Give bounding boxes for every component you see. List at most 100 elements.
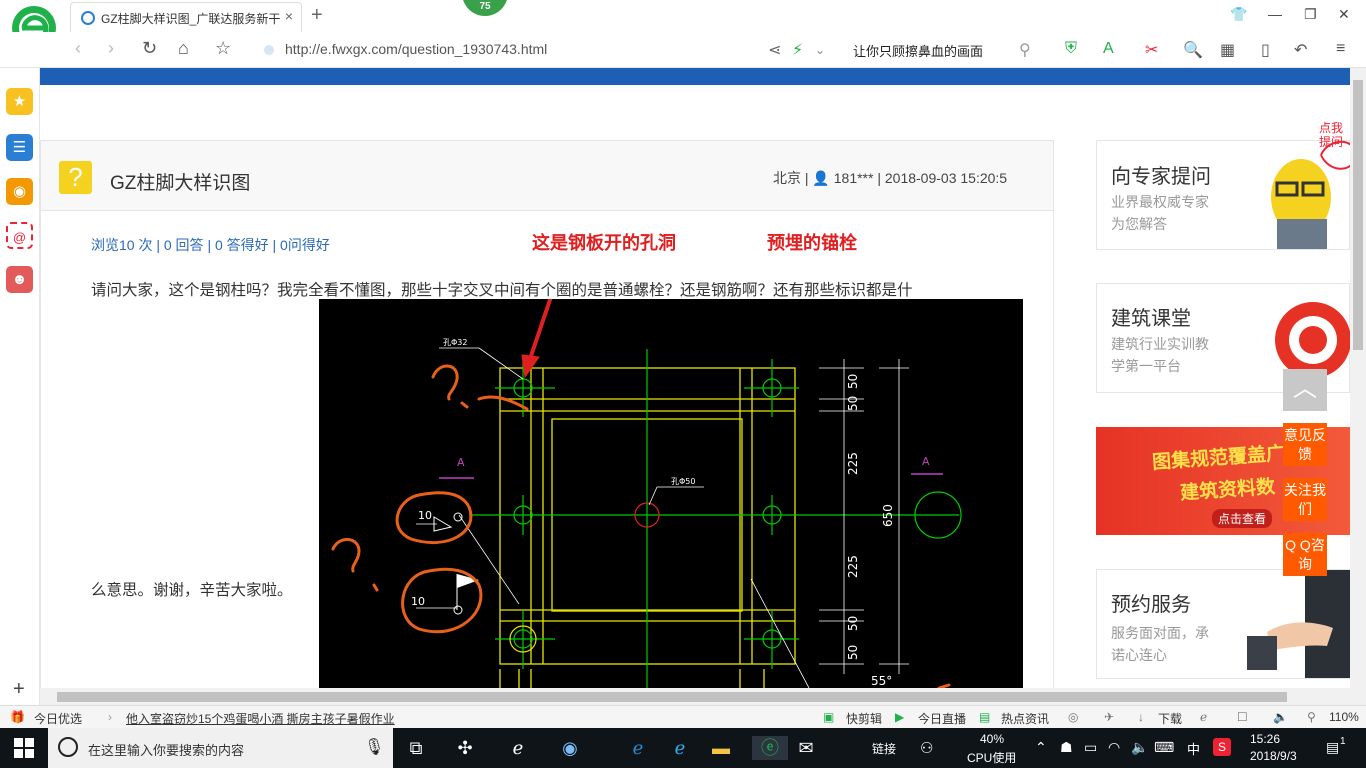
- weibo-icon[interactable]: ◉: [6, 178, 33, 205]
- menu-icon[interactable]: ≡: [1336, 40, 1345, 58]
- close-tab-icon[interactable]: ×: [285, 8, 293, 24]
- battery-icon[interactable]: ▭: [1084, 739, 1097, 756]
- cpu-percent: 40%: [980, 732, 1005, 746]
- qq-consult-button[interactable]: Q Q咨询: [1283, 533, 1327, 576]
- cad-section-a-right: A: [922, 455, 930, 468]
- cad-label-hole-center: 孔Φ50: [671, 477, 695, 486]
- translate-icon[interactable]: A: [1103, 40, 1114, 58]
- people-icon[interactable]: ⚇: [920, 739, 933, 757]
- reading-list-icon[interactable]: ☰: [6, 134, 33, 161]
- microphone-icon[interactable]: 🎙: [364, 737, 384, 757]
- appointment-card[interactable]: 预约服务 服务面对面，承 诺心连心: [1096, 569, 1351, 679]
- zoom-icon[interactable]: ⚲: [1307, 710, 1316, 724]
- volume-icon[interactable]: 🔈: [1131, 739, 1148, 756]
- windows-start-icon[interactable]: [14, 738, 34, 758]
- kuaijianji-link[interactable]: 快剪辑: [846, 710, 882, 727]
- feedback-button[interactable]: 意见反馈: [1283, 423, 1327, 466]
- back-icon[interactable]: ‹: [75, 38, 81, 59]
- notification-center-icon[interactable]: ▤: [1326, 739, 1339, 756]
- annotation-hole: 这是钢板开的孔洞: [532, 233, 676, 254]
- share-icon[interactable]: ⋖: [768, 40, 781, 60]
- refresh-icon[interactable]: ↻: [142, 38, 157, 59]
- game-icon[interactable]: ☻: [6, 266, 33, 293]
- keyboard-icon[interactable]: ⌨: [1154, 739, 1174, 756]
- minimize-button[interactable]: —: [1268, 6, 1282, 22]
- add-sidebar-icon[interactable]: +: [13, 678, 25, 701]
- chevron-down-icon[interactable]: ⌄: [815, 43, 825, 57]
- forward-icon[interactable]: ›: [108, 38, 114, 59]
- mute-icon[interactable]: 🔈: [1273, 710, 1288, 724]
- undo-icon[interactable]: ↶: [1294, 40, 1307, 60]
- task-view-icon[interactable]: ⧉: [404, 736, 428, 760]
- site-info-icon[interactable]: [264, 45, 274, 55]
- question-stats[interactable]: 浏览10 次 | 0 回答 | 0 答得好 | 0问得好: [91, 235, 330, 255]
- magnifier-icon[interactable]: 🔍: [1183, 40, 1203, 60]
- cad-drawing-image[interactable]: A A 孔Φ32 孔Φ50 10 10 50 50 225 225 50 50 …: [319, 299, 1023, 688]
- news-ticker-link[interactable]: 他入室盗窃炒15个鸡蛋喝小酒 撕房主孩子暑假作业: [126, 710, 395, 727]
- question-body-line2: 么意思。谢谢，辛苦大家啦。: [91, 582, 293, 599]
- view-link[interactable]: 点击查看: [1212, 509, 1273, 528]
- ie-icon[interactable]: ℯ: [668, 736, 692, 760]
- browser-sidebar: ★ ☰ ◉ @ ☻ +: [0, 68, 40, 706]
- pin-icon[interactable]: ✈: [1104, 710, 1114, 724]
- ime-indicator[interactable]: 中: [1187, 739, 1200, 758]
- browser-taskbar-icon[interactable]: ⓔ: [752, 736, 788, 760]
- handshake-image: [1247, 570, 1351, 678]
- username: 181***: [833, 170, 874, 186]
- search-icon[interactable]: ⚲: [1019, 40, 1031, 60]
- address-bar[interactable]: http://e.fwxgx.com/question_1930743.html: [285, 41, 547, 57]
- app-swirl-icon[interactable]: ◉: [558, 736, 582, 760]
- question-header: ? GZ柱脚大样识图 北京 | 👤 181*** | 2018-09-03 15…: [41, 141, 1053, 211]
- apps-grid-icon[interactable]: ▦: [1220, 40, 1235, 60]
- close-window-button[interactable]: ✕: [1338, 6, 1350, 23]
- email-icon[interactable]: @: [6, 222, 33, 249]
- vertical-scroll-thumb[interactable]: [1353, 80, 1363, 350]
- vertical-scrollbar[interactable]: [1350, 68, 1366, 688]
- link-toolbar[interactable]: 链接: [872, 740, 896, 757]
- tab-active[interactable]: GZ柱脚大样识图_广联达服务新干线 ×: [70, 2, 302, 32]
- today-picks-link[interactable]: 今日优选: [34, 710, 82, 727]
- favorite-star-icon[interactable]: ☆: [215, 38, 231, 59]
- download-link[interactable]: 下载: [1158, 710, 1182, 727]
- fan-app-icon[interactable]: ✣: [453, 736, 477, 760]
- mail-icon[interactable]: ✉: [794, 736, 818, 760]
- restore-button[interactable]: ❐: [1304, 6, 1317, 23]
- tray-chevron-icon[interactable]: ⌃: [1035, 739, 1047, 756]
- shield-icon[interactable]: ⛨: [1065, 40, 1077, 58]
- cad-dim-225b: 225: [846, 555, 860, 578]
- hot-news-link[interactable]: 热点资讯: [1001, 710, 1049, 727]
- horizontal-scrollbar[interactable]: [40, 688, 1366, 705]
- scissors-icon[interactable]: ✂: [1145, 40, 1158, 60]
- edge-icon[interactable]: ℯ: [626, 736, 650, 760]
- live-link[interactable]: 今日直播: [918, 710, 966, 727]
- window-icon[interactable]: ☐: [1237, 710, 1248, 724]
- lightning-icon[interactable]: ⚡: [792, 40, 803, 60]
- favorites-icon[interactable]: ★: [6, 88, 33, 115]
- wifi-icon[interactable]: ◠: [1108, 739, 1120, 756]
- edge-legacy-icon[interactable]: ℯ: [506, 736, 530, 760]
- new-tab-button[interactable]: +: [311, 4, 323, 27]
- notification-badge[interactable]: 75: [462, 0, 508, 16]
- clock-date[interactable]: 2018/9/3: [1250, 749, 1297, 763]
- tray-app-icon[interactable]: ☗: [1060, 739, 1073, 756]
- ie-mode-icon[interactable]: ℯ: [1200, 710, 1207, 724]
- reader-icon[interactable]: ▯: [1261, 40, 1270, 60]
- follow-us-button[interactable]: 关注我们: [1283, 478, 1327, 521]
- cad-dim-50a: 50: [846, 374, 860, 389]
- home-icon[interactable]: ⌂: [178, 38, 189, 59]
- shirt-skin-icon[interactable]: 👕: [1230, 6, 1247, 23]
- sogou-icon[interactable]: S: [1213, 738, 1231, 756]
- search-input[interactable]: 让你只顾擦鼻血的画面: [853, 41, 983, 60]
- back-to-top-icon[interactable]: ︿: [1283, 369, 1327, 411]
- news-icon: ▤: [979, 710, 991, 724]
- horizontal-scroll-thumb[interactable]: [57, 692, 1287, 702]
- notification-count: 1: [1340, 736, 1346, 747]
- file-explorer-icon[interactable]: ▬: [709, 736, 733, 760]
- browser-tab-bar: GZ柱脚大样识图_广联达服务新干线 × + 75 👕 — ❐ ✕: [0, 0, 1366, 60]
- ask-bubble[interactable]: 点我 提问: [1319, 121, 1343, 149]
- ask-expert-card[interactable]: 向专家提问 业界最权威专家 为您解答 点我 提问: [1096, 121, 1351, 250]
- taskbar-search-box[interactable]: 在这里输入你要搜索的内容 🎙: [48, 728, 393, 768]
- zoom-level[interactable]: 110%: [1329, 710, 1359, 724]
- clock-time[interactable]: 15:26: [1250, 732, 1280, 746]
- speed-icon[interactable]: ◎: [1068, 710, 1078, 724]
